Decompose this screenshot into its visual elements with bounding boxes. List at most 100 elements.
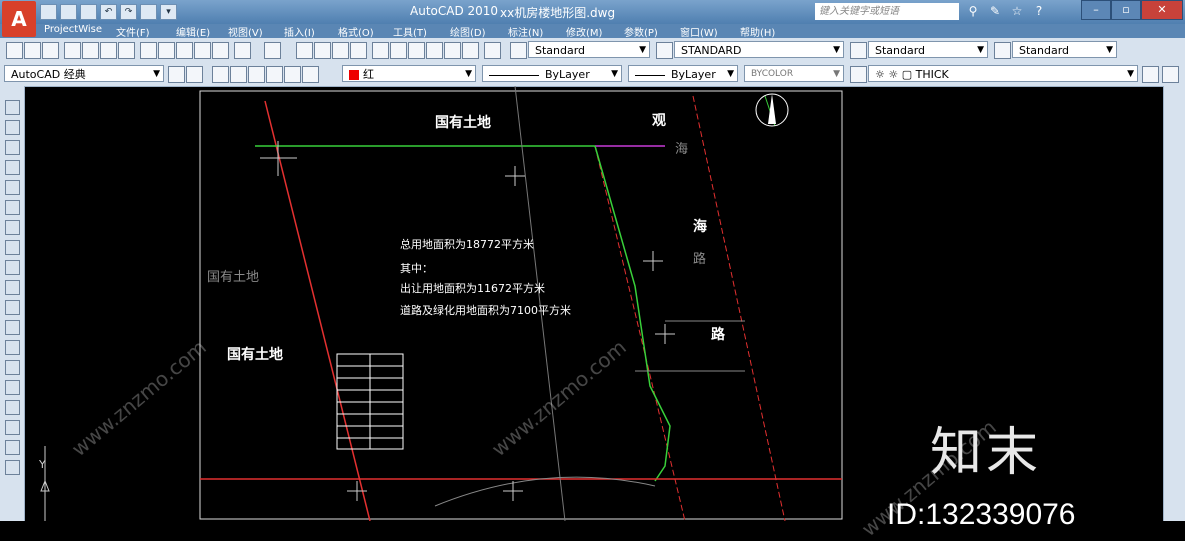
spline-icon[interactable] bbox=[5, 260, 20, 275]
3d-dwf-icon[interactable] bbox=[118, 42, 135, 59]
modify-toolbar bbox=[1163, 86, 1185, 521]
cut-icon[interactable] bbox=[140, 42, 157, 59]
open-file-icon[interactable] bbox=[60, 4, 77, 20]
region-icon[interactable] bbox=[5, 420, 20, 435]
publish-icon[interactable] bbox=[100, 42, 117, 59]
new-file-icon[interactable] bbox=[40, 4, 57, 20]
design-center-icon[interactable] bbox=[390, 42, 407, 59]
undo-icon[interactable]: ↶ bbox=[100, 4, 117, 20]
lineweight-select[interactable]: ByLayer ▼ bbox=[628, 65, 738, 82]
mleader-style-icon[interactable] bbox=[994, 42, 1011, 59]
help-icon[interactable] bbox=[484, 42, 501, 59]
menu-window[interactable]: 窗口(W) bbox=[680, 24, 718, 39]
menu-tools[interactable]: 工具(T) bbox=[393, 24, 427, 39]
menu-draw[interactable]: 绘图(D) bbox=[450, 24, 486, 39]
menu-projectwise[interactable]: ProjectWise bbox=[44, 24, 102, 35]
text-style-select[interactable]: Standard ▼ bbox=[528, 41, 650, 58]
layer-previous-icon[interactable] bbox=[1142, 66, 1159, 83]
search-input[interactable]: 键入关键字或短语 bbox=[815, 3, 959, 20]
layer-properties-icon[interactable] bbox=[850, 66, 867, 83]
help-icon[interactable]: ? bbox=[1031, 3, 1047, 19]
zoom-window-icon[interactable] bbox=[332, 42, 349, 59]
insert-block-icon[interactable] bbox=[5, 320, 20, 335]
minimize-button[interactable]: – bbox=[1081, 0, 1111, 20]
menu-help[interactable]: 帮助(H) bbox=[740, 24, 775, 39]
zoom-realtime-icon[interactable] bbox=[314, 42, 331, 59]
layer-select[interactable]: ☼ ☼ ▢ THICK ▼ bbox=[868, 65, 1138, 82]
menu-modify[interactable]: 修改(M) bbox=[566, 24, 602, 39]
sheet-set-icon[interactable] bbox=[426, 42, 443, 59]
new-icon[interactable] bbox=[6, 42, 23, 59]
markup-icon[interactable] bbox=[444, 42, 461, 59]
layer-walk-icon[interactable] bbox=[1162, 66, 1179, 83]
menu-insert[interactable]: 插入(I) bbox=[284, 24, 315, 39]
redo-icon[interactable]: ↷ bbox=[120, 4, 137, 20]
calculator-icon[interactable] bbox=[462, 42, 479, 59]
text-style-icon[interactable] bbox=[510, 42, 527, 59]
close-button[interactable]: ✕ bbox=[1141, 0, 1183, 20]
gradient-icon[interactable] bbox=[5, 400, 20, 415]
redo-icon[interactable] bbox=[264, 42, 281, 59]
plot-icon[interactable] bbox=[140, 4, 157, 20]
revision-cloud-icon[interactable] bbox=[5, 240, 20, 255]
block-editor-icon[interactable] bbox=[212, 42, 229, 59]
dim-style-icon[interactable] bbox=[656, 42, 673, 59]
copy-icon[interactable] bbox=[158, 42, 175, 59]
line-icon[interactable] bbox=[5, 100, 20, 115]
circle-icon[interactable] bbox=[5, 220, 20, 235]
layer-match-icon[interactable] bbox=[284, 66, 301, 83]
ellipse-arc-icon[interactable] bbox=[5, 300, 20, 315]
menu-format[interactable]: 格式(O) bbox=[338, 24, 374, 39]
open-icon[interactable] bbox=[24, 42, 41, 59]
binoculars-icon[interactable]: ⚲ bbox=[965, 3, 981, 19]
drawing-canvas[interactable]: 国有土地 国有土地 国有土地 观 海 海 路 路 总用地面积为18772平方米 … bbox=[25, 86, 1163, 541]
plotstyle-select[interactable]: BYCOLOR ▼ bbox=[744, 65, 844, 82]
table-style-select[interactable]: Standard ▼ bbox=[868, 41, 988, 58]
menu-file[interactable]: 文件(F) bbox=[116, 24, 150, 39]
color-select[interactable]: 红 ▼ bbox=[342, 65, 476, 82]
communication-center-icon[interactable]: ✎ bbox=[987, 3, 1003, 19]
arc-icon[interactable] bbox=[5, 200, 20, 215]
maximize-button[interactable]: ▫ bbox=[1111, 0, 1141, 20]
pan-icon[interactable] bbox=[296, 42, 313, 59]
table-style-icon[interactable] bbox=[850, 42, 867, 59]
menu-edit[interactable]: 编辑(E) bbox=[176, 24, 210, 39]
workspace-select[interactable]: AutoCAD 经典 ▼ bbox=[4, 65, 164, 82]
point-icon[interactable] bbox=[5, 360, 20, 375]
polygon-icon[interactable] bbox=[5, 160, 20, 175]
rectangle-icon[interactable] bbox=[5, 180, 20, 195]
tool-palettes-icon[interactable] bbox=[408, 42, 425, 59]
linetype-select[interactable]: ByLayer ▼ bbox=[482, 65, 622, 82]
construction-line-icon[interactable] bbox=[5, 120, 20, 135]
favorites-icon[interactable]: ☆ bbox=[1009, 3, 1025, 19]
menu-view[interactable]: 视图(V) bbox=[228, 24, 263, 39]
application-menu-button[interactable]: A bbox=[2, 1, 36, 37]
layer-state-icon[interactable] bbox=[230, 66, 247, 83]
save-icon[interactable] bbox=[42, 42, 59, 59]
toolbar-lock-icon[interactable] bbox=[186, 66, 203, 83]
make-current-icon[interactable] bbox=[266, 66, 283, 83]
make-block-icon[interactable] bbox=[5, 340, 20, 355]
match-properties-icon[interactable] bbox=[194, 42, 211, 59]
layer-manager-icon[interactable] bbox=[212, 66, 229, 83]
layer-previous-icon[interactable] bbox=[248, 66, 265, 83]
preview-icon[interactable] bbox=[82, 42, 99, 59]
save-icon[interactable] bbox=[80, 4, 97, 20]
polyline-icon[interactable] bbox=[5, 140, 20, 155]
mleader-style-select[interactable]: Standard ▼ bbox=[1012, 41, 1117, 58]
properties-icon[interactable] bbox=[372, 42, 389, 59]
menu-dimension[interactable]: 标注(N) bbox=[508, 24, 543, 39]
multiline-text-icon[interactable] bbox=[5, 460, 20, 475]
zoom-previous-icon[interactable] bbox=[350, 42, 367, 59]
undo-icon[interactable] bbox=[234, 42, 251, 59]
workspace-settings-icon[interactable] bbox=[168, 66, 185, 83]
layer-tools-icon[interactable] bbox=[302, 66, 319, 83]
paste-icon[interactable] bbox=[176, 42, 193, 59]
hatch-icon[interactable] bbox=[5, 380, 20, 395]
menu-parametric[interactable]: 参数(P) bbox=[624, 24, 658, 39]
plot-icon[interactable] bbox=[64, 42, 81, 59]
ellipse-icon[interactable] bbox=[5, 280, 20, 295]
dim-style-select[interactable]: STANDARD ▼ bbox=[674, 41, 844, 58]
table-icon[interactable] bbox=[5, 440, 20, 455]
qat-dropdown-icon[interactable]: ▾ bbox=[160, 4, 177, 20]
